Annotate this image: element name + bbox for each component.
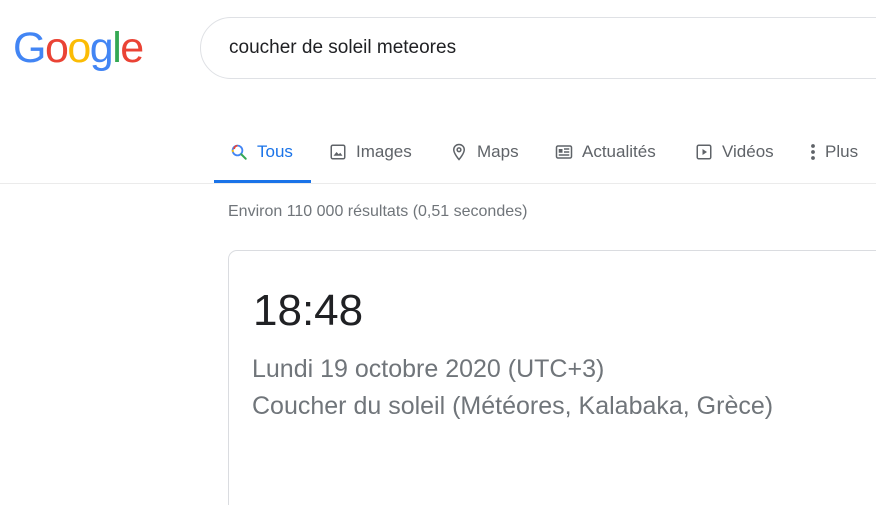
google-logo[interactable]: Google (13, 24, 144, 72)
more-vert-icon (807, 142, 819, 162)
result-stats: Environ 110 000 résultats (0,51 secondes… (228, 203, 528, 220)
tab-label: Maps (477, 141, 519, 161)
tab-label: Tous (257, 141, 293, 161)
tab-maps[interactable]: Maps (449, 120, 519, 183)
logo-letter: o (44, 24, 69, 72)
tab-more[interactable]: Plus (807, 120, 858, 183)
tab-videos[interactable]: Vidéos (694, 120, 774, 183)
logo-letter: g (89, 24, 114, 72)
header-divider (0, 183, 876, 184)
sunset-date: Lundi 19 octobre 2020 (UTC+3) (252, 355, 605, 383)
logo-letter: e (120, 24, 144, 72)
logo-letter: G (13, 24, 46, 72)
video-icon (694, 142, 714, 162)
image-icon (328, 142, 348, 162)
map-pin-icon (449, 142, 469, 162)
search-input[interactable] (229, 18, 829, 78)
tab-label: Plus (825, 141, 859, 161)
news-icon (554, 142, 574, 162)
logo-letter: o (67, 24, 91, 72)
tab-images[interactable]: Images (328, 120, 412, 183)
search-icon (229, 142, 249, 162)
tab-all[interactable]: Tous (229, 120, 293, 183)
sunset-time: 18:48 (253, 286, 364, 335)
tab-label: Vidéos (722, 141, 774, 161)
tab-label: Actualités (582, 141, 656, 161)
sunset-answer-card: 18:48 Lundi 19 octobre 2020 (UTC+3) Couc… (228, 250, 876, 505)
tab-label: Images (356, 141, 412, 161)
tab-news[interactable]: Actualités (554, 120, 656, 183)
sunset-description: Coucher du soleil (Météores, Kalabaka, G… (252, 392, 774, 420)
search-tabs: Tous Images Maps Actualités Vidéos Plus (0, 120, 876, 183)
search-results-page: Google Tous Imag (0, 0, 876, 505)
search-box[interactable] (200, 17, 876, 79)
logo-letter: l (112, 24, 122, 72)
